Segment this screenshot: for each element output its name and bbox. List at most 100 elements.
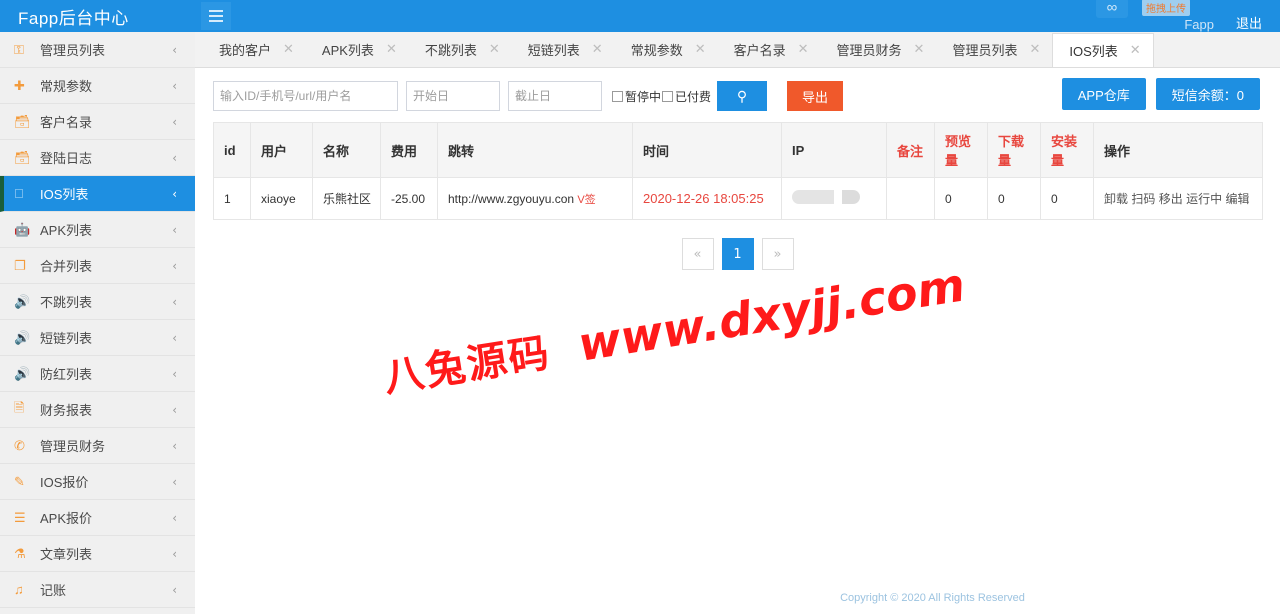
row-name: 乐熊社区 bbox=[312, 177, 381, 220]
sidebar-item-1[interactable]: ✚ 常规参数 ‹ bbox=[0, 68, 195, 104]
sms-balance-button[interactable]: 短信余额：0 bbox=[1155, 78, 1260, 110]
sidebar-item-4[interactable]: IOS列表 ‹ bbox=[0, 176, 195, 212]
tab-5[interactable]: 客户名录 ✕ bbox=[718, 32, 821, 67]
close-icon[interactable]: ✕ bbox=[592, 42, 603, 57]
sidebar-item-2[interactable]: 🗃 客户名录 ‹ bbox=[0, 104, 195, 140]
search-input[interactable] bbox=[213, 81, 398, 111]
sidebar-item-5[interactable]: 🤖 APK列表 ‹ bbox=[0, 212, 195, 248]
sidebar-item-11[interactable]: ✆ 管理员财务 ‹ bbox=[0, 428, 195, 464]
sidebar-item-3[interactable]: 🗃 登陆日志 ‹ bbox=[0, 140, 195, 176]
tab-1[interactable]: APK列表 ✕ bbox=[306, 32, 409, 67]
sidebar-item-14[interactable]: ⚗ 文章列表 ‹ bbox=[0, 536, 195, 572]
tab-label: APK列表 bbox=[321, 43, 374, 58]
sidebar-item-12[interactable]: ✎ IOS报价 ‹ bbox=[0, 464, 195, 500]
sidebar-item-6[interactable]: ❐ 合并列表 ‹ bbox=[0, 248, 195, 284]
close-icon[interactable]: ✕ bbox=[283, 42, 294, 57]
search-button[interactable]: ⚲ bbox=[717, 81, 768, 111]
tab-label: 常规参数 bbox=[630, 43, 683, 58]
close-icon[interactable]: ✕ bbox=[489, 42, 500, 57]
column-header-2: 名称 bbox=[312, 122, 381, 178]
sidebar-item-8[interactable]: 🔊 短链列表 ‹ bbox=[0, 320, 195, 356]
ios-list-table: id 用户 名称 费用 跳转 时间 IP 备注 预览量 下载量 安装量 操作 1 xiaoye 乐熊社区 -… bbox=[213, 122, 1263, 220]
tab-2[interactable]: 不跳列表 ✕ bbox=[409, 32, 512, 67]
chevron-left-icon: ‹ bbox=[172, 78, 177, 93]
chevron-left-icon: ‹ bbox=[172, 222, 177, 237]
sidebar-item-label: 财务报表 bbox=[40, 403, 93, 418]
column-header-6: IP bbox=[781, 122, 887, 178]
briefcase-icon: 🗃 bbox=[14, 149, 31, 165]
sidebar-item-13[interactable]: ☰ APK报价 ‹ bbox=[0, 500, 195, 536]
pagination-prev[interactable]: « bbox=[681, 238, 714, 270]
checkbox-paused-box[interactable] bbox=[612, 90, 623, 102]
close-icon[interactable]: ✕ bbox=[1130, 43, 1141, 58]
sidebar-item-label: APK报价 bbox=[40, 511, 93, 526]
export-button[interactable]: 导出 bbox=[787, 81, 844, 111]
checkbox-paid[interactable]: 已付费 bbox=[662, 88, 711, 105]
jump-url-text: http://www.zgyouyu.con bbox=[448, 191, 575, 206]
sidebar-item-label: 管理员列表 bbox=[40, 43, 106, 58]
sidebar-item-label: 登陆日志 bbox=[40, 151, 93, 166]
upload-tooltip: 拖拽上传 bbox=[1142, 0, 1190, 16]
infinity-icon[interactable]: ∞ bbox=[1096, 0, 1128, 18]
user-name: Fapp bbox=[1184, 17, 1214, 32]
chevron-left-icon: ‹ bbox=[172, 438, 177, 453]
hamburger-icon[interactable] bbox=[201, 2, 231, 30]
list-icon: ☰ bbox=[14, 509, 26, 525]
column-header-10: 安装量 bbox=[1040, 122, 1094, 178]
logout-button[interactable]: 退出 bbox=[1236, 13, 1262, 34]
chevron-left-icon: ‹ bbox=[172, 258, 177, 273]
apple-icon:  bbox=[14, 186, 40, 201]
sidebar-item-0[interactable]: ⚿ 管理员列表 ‹ bbox=[0, 32, 195, 68]
tab-4[interactable]: 常规参数 ✕ bbox=[615, 32, 718, 67]
sidebar-item-7[interactable]: 🔊 不跳列表 ‹ bbox=[0, 284, 195, 320]
close-icon[interactable]: ✕ bbox=[695, 42, 706, 57]
tab-7[interactable]: 管理员列表 ✕ bbox=[936, 32, 1052, 67]
end-date-input[interactable] bbox=[508, 81, 602, 111]
file-icon: 🗎 bbox=[14, 399, 25, 415]
tab-0[interactable]: 我的客户 ✕ bbox=[203, 32, 306, 67]
op-button-3[interactable]: 运行中 bbox=[1186, 192, 1222, 206]
close-icon[interactable]: ✕ bbox=[386, 42, 397, 57]
op-button-2[interactable]: 移出 bbox=[1159, 192, 1183, 206]
rss-icon: 🔊 bbox=[14, 365, 31, 381]
chevron-left-icon: ‹ bbox=[172, 42, 177, 57]
briefcase-icon: 🗃 bbox=[14, 113, 31, 129]
op-button-0[interactable]: 卸载 bbox=[1104, 192, 1128, 206]
column-header-4: 跳转 bbox=[437, 122, 633, 178]
column-header-8: 预览量 bbox=[934, 122, 988, 178]
close-icon[interactable]: ✕ bbox=[1029, 42, 1040, 57]
checkbox-paused[interactable]: 暂停中 bbox=[612, 88, 661, 105]
close-icon[interactable]: ✕ bbox=[914, 42, 925, 57]
search-icon: ⚲ bbox=[736, 87, 748, 104]
app-logo: Fapp后台中心 bbox=[18, 8, 129, 28]
op-button-4[interactable]: 编辑 bbox=[1225, 192, 1249, 206]
sidebar-item-label: 文章列表 bbox=[40, 547, 93, 562]
tab-8[interactable]: IOS列表 ✕ bbox=[1052, 33, 1154, 67]
pagination-next[interactable]: » bbox=[761, 238, 794, 270]
chevron-left-icon: ‹ bbox=[172, 294, 177, 309]
filter-toolbar: 暂停中 已付费 ⚲ 导出 APP仓库 短信余额：0 bbox=[195, 68, 1280, 122]
row-operations: 卸载 扫码 移出 运行中 编辑 bbox=[1093, 177, 1263, 220]
pagination-page-1[interactable]: 1 bbox=[721, 238, 754, 270]
table-row[interactable]: 1 xiaoye 乐熊社区 -25.00 http://www.zgyouyu.con … bbox=[213, 177, 1263, 220]
sidebar-item-9[interactable]: 🔊 防红列表 ‹ bbox=[0, 356, 195, 392]
data-table-wrapper: id 用户 名称 费用 跳转 时间 IP 备注 预览量 下载量 安装量 操作 1 xiaoye 乐熊社区 -… bbox=[195, 122, 1280, 270]
sidebar-item-10[interactable]: 🗎 财务报表 ‹ bbox=[0, 392, 195, 428]
chevron-left-icon: ‹ bbox=[172, 366, 177, 381]
close-icon[interactable]: ✕ bbox=[798, 42, 809, 57]
start-date-input[interactable] bbox=[406, 81, 500, 111]
tab-label: 管理员财务 bbox=[836, 43, 902, 58]
sidebar-item-label: IOS报价 bbox=[40, 475, 89, 490]
sidebar-item-label: 管理员财务 bbox=[40, 439, 106, 454]
checkbox-paid-box[interactable] bbox=[662, 90, 674, 102]
android-icon: 🤖 bbox=[14, 221, 31, 237]
stethoscope-icon: ✆ bbox=[14, 437, 25, 453]
tab-3[interactable]: 短链列表 ✕ bbox=[512, 32, 615, 67]
app-warehouse-button[interactable]: APP仓库 bbox=[1061, 78, 1146, 110]
row-remark bbox=[886, 177, 935, 220]
op-button-1[interactable]: 扫码 bbox=[1131, 192, 1155, 206]
tab-6[interactable]: 管理员财务 ✕ bbox=[821, 32, 937, 67]
row-fee: -25.00 bbox=[380, 177, 438, 220]
sidebar-item-15[interactable]: ♫ 记账 ‹ bbox=[0, 572, 195, 608]
row-jump-url[interactable]: http://www.zgyouyu.con V签 bbox=[437, 177, 633, 220]
